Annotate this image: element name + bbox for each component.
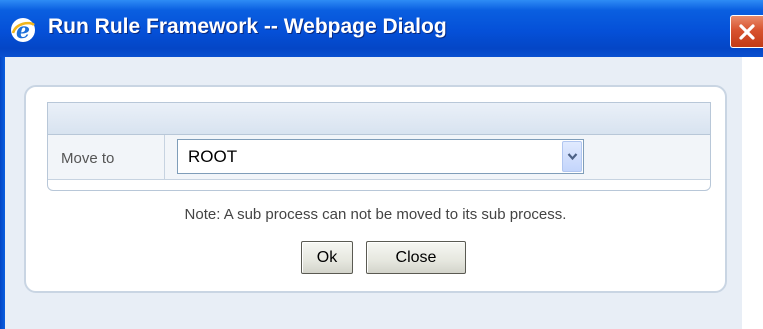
window-frame-right [742, 57, 763, 329]
title-bar[interactable]: e Run Rule Framework -- Webpage Dialog [0, 0, 763, 57]
move-form-grid: Move to ROOT [47, 102, 711, 191]
move-to-select[interactable]: ROOT [177, 139, 584, 174]
move-to-row: Move to ROOT [48, 135, 710, 180]
dialog-window: e Run Rule Framework -- Webpage Dialog M… [0, 0, 763, 329]
close-window-button[interactable] [730, 15, 763, 48]
move-panel: Move to ROOT Note: A sub process can not… [24, 85, 727, 293]
ok-button[interactable]: Ok [301, 241, 353, 274]
grid-header [48, 103, 710, 135]
ie-icon: e [10, 17, 36, 44]
chevron-down-icon [567, 153, 578, 161]
close-button[interactable]: Close [366, 241, 466, 274]
move-to-selected-value: ROOT [188, 147, 238, 166]
move-to-label-cell: Move to [48, 135, 165, 179]
dropdown-button[interactable] [562, 141, 582, 172]
dialog-content: Move to ROOT Note: A sub process can not… [5, 57, 742, 329]
window-title: Run Rule Framework -- Webpage Dialog [48, 15, 447, 38]
note-text: Note: A sub process can not be moved to … [184, 206, 567, 223]
move-to-label: Move to [61, 150, 115, 167]
close-icon [739, 24, 755, 40]
